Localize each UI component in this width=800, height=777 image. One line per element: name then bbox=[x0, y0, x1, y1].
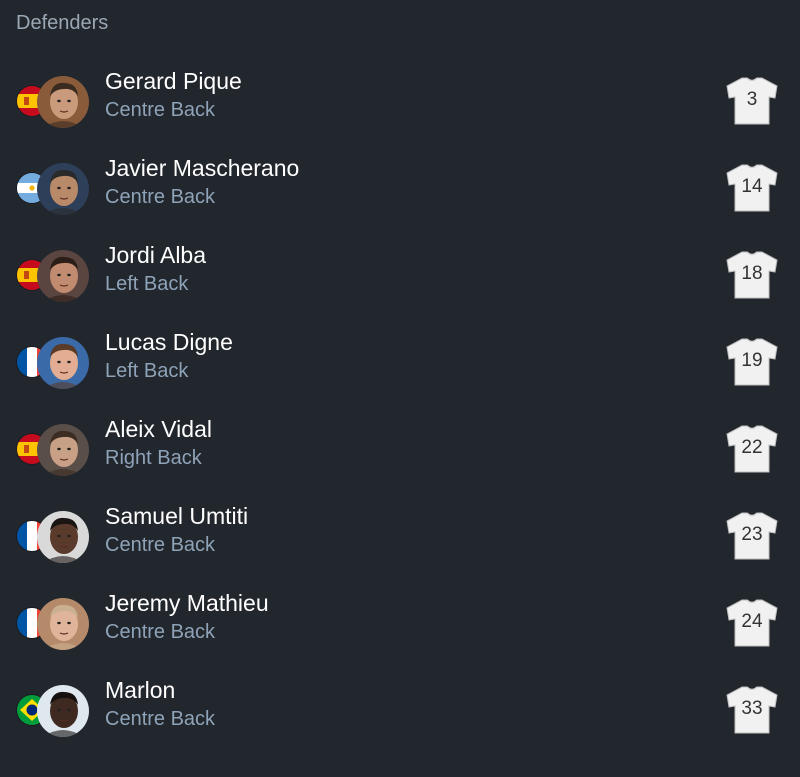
player-row-6[interactable]: Samuel Umtiti Centre Back 23 bbox=[0, 481, 800, 568]
player-position: Right Back bbox=[105, 446, 202, 469]
player-position: Centre Back bbox=[105, 98, 216, 121]
avatar-group bbox=[0, 133, 89, 220]
player-info: Javier Mascherano Centre Back bbox=[105, 142, 299, 212]
player-row-1[interactable]: Gerard Pique Centre Back 3 bbox=[0, 46, 800, 133]
jersey-icon: 3 bbox=[725, 76, 779, 126]
avatar-group bbox=[0, 46, 89, 133]
player-name: Gerard Pique bbox=[105, 67, 242, 94]
player-row-7[interactable]: Jeremy Mathieu Centre Back 24 bbox=[0, 568, 800, 655]
jersey-icon: 18 bbox=[725, 250, 779, 300]
shirt-number: 19 bbox=[741, 350, 763, 371]
player-name: Javier Mascherano bbox=[105, 154, 300, 181]
player-info: Jordi Alba Left Back bbox=[105, 229, 206, 299]
avatar-group bbox=[0, 655, 89, 742]
jersey-icon: 33 bbox=[725, 685, 779, 735]
jersey-icon: 14 bbox=[725, 163, 779, 213]
player-info: Gerard Pique Centre Back bbox=[105, 55, 242, 125]
section-title: Defenders bbox=[16, 12, 109, 34]
player-name: Samuel Umtiti bbox=[105, 502, 249, 529]
player-info: Samuel Umtiti Centre Back bbox=[105, 490, 248, 560]
player-photo bbox=[37, 511, 89, 563]
player-photo bbox=[37, 337, 89, 389]
player-photo bbox=[37, 598, 89, 650]
player-photo bbox=[37, 250, 89, 302]
shirt-number: 23 bbox=[741, 524, 763, 545]
player-row-4[interactable]: Lucas Digne Left Back 19 bbox=[0, 307, 800, 394]
player-info: Aleix Vidal Right Back bbox=[105, 403, 212, 473]
player-position: Centre Back bbox=[105, 533, 216, 556]
shirt-number: 33 bbox=[741, 698, 763, 719]
player-position: Centre Back bbox=[105, 620, 216, 643]
player-info: Lucas Digne Left Back bbox=[105, 316, 233, 386]
player-row-2[interactable]: Javier Mascherano Centre Back 14 bbox=[0, 133, 800, 220]
shirt-number: 24 bbox=[741, 611, 763, 632]
defenders-section: Defenders Gerard Pique Centre Back 3 Jav… bbox=[0, 0, 800, 742]
player-row-3[interactable]: Jordi Alba Left Back 18 bbox=[0, 220, 800, 307]
player-info: Jeremy Mathieu Centre Back bbox=[105, 577, 269, 647]
shirt-number: 22 bbox=[741, 437, 763, 458]
player-list: Gerard Pique Centre Back 3 Javier Masche… bbox=[0, 46, 800, 742]
player-name: Jordi Alba bbox=[105, 241, 207, 268]
avatar-group bbox=[0, 568, 89, 655]
player-position: Centre Back bbox=[105, 707, 216, 730]
shirt-number: 14 bbox=[741, 176, 763, 197]
jersey-icon: 24 bbox=[725, 598, 779, 648]
jersey-icon: 19 bbox=[725, 337, 779, 387]
shirt-number: 3 bbox=[746, 89, 758, 110]
player-row-8[interactable]: Marlon Centre Back 33 bbox=[0, 655, 800, 742]
player-position: Left Back bbox=[105, 272, 189, 295]
avatar-group bbox=[0, 481, 89, 568]
player-name: Jeremy Mathieu bbox=[105, 589, 269, 616]
player-name: Aleix Vidal bbox=[105, 415, 212, 442]
player-position: Left Back bbox=[105, 359, 189, 382]
avatar-group bbox=[0, 394, 89, 481]
player-row-5[interactable]: Aleix Vidal Right Back 22 bbox=[0, 394, 800, 481]
player-info: Marlon Centre Back bbox=[105, 664, 215, 734]
player-name: Marlon bbox=[105, 676, 176, 703]
player-name: Lucas Digne bbox=[105, 328, 233, 355]
jersey-icon: 23 bbox=[725, 511, 779, 561]
avatar-group bbox=[0, 307, 89, 394]
jersey-icon: 22 bbox=[725, 424, 779, 474]
avatar-group bbox=[0, 220, 89, 307]
player-photo bbox=[37, 163, 89, 215]
shirt-number: 18 bbox=[741, 263, 763, 284]
player-photo bbox=[37, 685, 89, 737]
player-position: Centre Back bbox=[105, 185, 216, 208]
player-photo bbox=[37, 76, 89, 128]
player-photo bbox=[37, 424, 89, 476]
